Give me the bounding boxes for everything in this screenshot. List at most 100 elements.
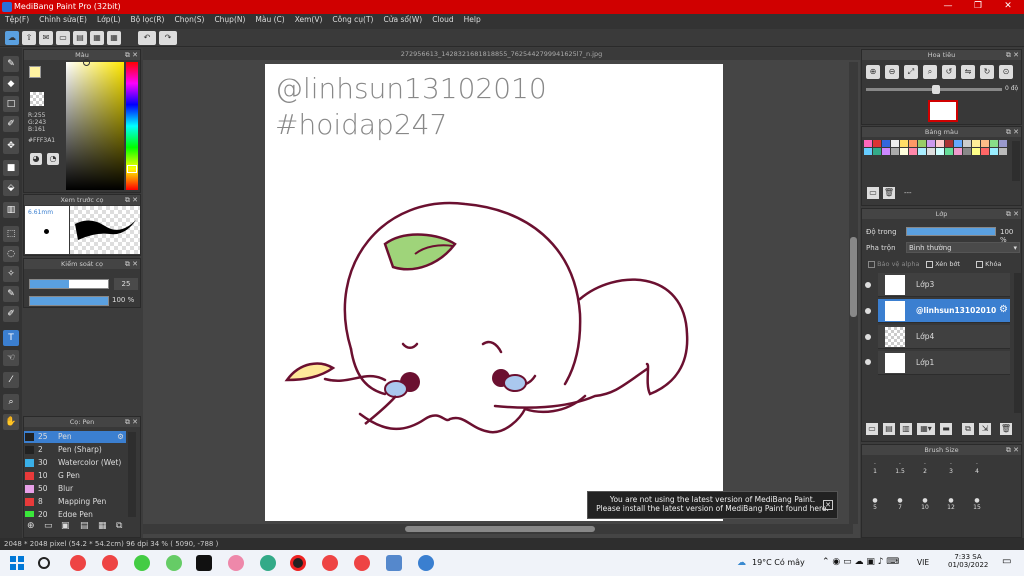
palette-swatch[interactable]	[909, 140, 917, 147]
palette-swatch[interactable]	[909, 148, 917, 155]
palette-swatch[interactable]	[945, 140, 953, 147]
clock[interactable]: 7:33 SA 01/03/2022	[948, 553, 988, 569]
palette-swatch[interactable]	[963, 140, 971, 147]
menu-file[interactable]: Tệp(F)	[0, 14, 34, 24]
minimize-button[interactable]: —	[938, 1, 958, 13]
folder-icon[interactable]: ▬	[940, 423, 952, 435]
brush-size-option[interactable]: ● 12	[944, 497, 958, 511]
chrome-icon[interactable]	[134, 555, 150, 571]
brush-size-option[interactable]: ● 7	[893, 497, 907, 511]
menu-color[interactable]: Màu (C)	[250, 14, 289, 24]
vertical-scrollbar-thumb[interactable]	[850, 237, 857, 317]
chrome-icon[interactable]	[102, 555, 118, 571]
panel-close-icon[interactable]: ⧉ ✕	[1006, 209, 1019, 219]
color-picker-cursor[interactable]	[83, 59, 90, 66]
palette-swatch[interactable]	[936, 148, 944, 155]
new-layer-icon[interactable]: ▭	[866, 423, 878, 435]
hand-tool-icon[interactable]: ✋	[3, 414, 19, 430]
brush-item[interactable]: 10 G Pen	[24, 470, 126, 482]
zoom-tool-icon[interactable]: ⌕	[3, 394, 19, 410]
menu-help[interactable]: Help	[459, 14, 486, 24]
rotation-slider-thumb[interactable]	[932, 85, 940, 94]
panel-close-icon[interactable]: ⧉ ✕	[125, 417, 138, 427]
notification-close-icon[interactable]: ✕	[823, 500, 833, 510]
tray-icons[interactable]: ⌃ ◉ ▭ ☁ ▣ ♪ ⌨	[822, 557, 899, 567]
palette-swatches[interactable]	[864, 140, 1014, 170]
capcut-icon[interactable]	[196, 555, 212, 571]
horizontal-scrollbar-thumb[interactable]	[405, 526, 595, 532]
vertical-scrollbar[interactable]	[849, 62, 858, 524]
comment-icon[interactable]: ✉	[39, 31, 53, 45]
menu-cloud[interactable]: Cloud	[427, 14, 458, 24]
protect-alpha-checkbox[interactable]	[868, 260, 875, 268]
palette-swatch[interactable]	[981, 140, 989, 147]
palette-scrollbar[interactable]	[1012, 141, 1020, 181]
close-button[interactable]: ✕	[998, 1, 1018, 13]
panel-close-icon[interactable]: ⧉ ✕	[125, 195, 138, 205]
layer-visibility-icon[interactable]	[865, 282, 871, 288]
rotate-left-icon[interactable]: ↺	[942, 65, 956, 79]
windows-start-icon[interactable]	[10, 556, 24, 570]
brush-size-option[interactable]: · 1	[868, 461, 882, 475]
panel-close-icon[interactable]: ⧉ ✕	[125, 50, 138, 60]
brush-size-slider[interactable]	[29, 279, 109, 289]
layer-row[interactable]: Lớp4	[878, 325, 1010, 349]
layer-visibility-icon[interactable]	[865, 334, 871, 340]
app-icon[interactable]	[260, 555, 276, 571]
brush-size-option[interactable]: ● 5	[868, 497, 882, 511]
layer-settings-icon[interactable]: ⚙	[999, 304, 1008, 315]
new-brush-icon[interactable]: ▭	[44, 521, 53, 531]
select-eraser-icon[interactable]: ✐	[3, 306, 19, 322]
palette-swatch[interactable]	[882, 140, 890, 147]
layer-row[interactable]: Lớp3	[878, 273, 1010, 297]
brush-size-option[interactable]: ● 15	[970, 497, 984, 511]
delete-layer-icon[interactable]: 🗑	[1000, 423, 1012, 435]
brush-item[interactable]: 25 Pen ⚙	[24, 431, 126, 443]
document-icon[interactable]: ▦	[90, 31, 104, 45]
camera-icon[interactable]	[386, 555, 402, 571]
redo-icon[interactable]: ↷	[159, 31, 177, 45]
rotation-slider[interactable]	[866, 85, 1002, 94]
palette-swatch[interactable]	[999, 148, 1007, 155]
text-tool-icon[interactable]: T	[3, 330, 19, 346]
panel-close-icon[interactable]: ⧉ ✕	[1006, 127, 1019, 137]
blend-mode-select[interactable]: Bình thường ▾	[906, 242, 1020, 253]
delete-color-icon[interactable]: 🗑	[883, 187, 895, 199]
upload-icon[interactable]: ⇧	[22, 31, 36, 45]
eraser-tool-icon[interactable]: ◆	[3, 76, 19, 92]
hue-slider[interactable]	[126, 62, 138, 190]
brush-size-option[interactable]: · 4	[970, 461, 984, 475]
eyedropper-tool-icon[interactable]: ⁄	[3, 372, 19, 388]
chrome-icon[interactable]	[354, 555, 370, 571]
brush-item[interactable]: 20 Edge Pen	[24, 509, 126, 517]
app-icon[interactable]	[228, 555, 244, 571]
rectangle-tool-icon[interactable]: □	[3, 96, 19, 112]
add-layer-menu-icon[interactable]: ▦▾	[917, 423, 935, 435]
fit-window-icon[interactable]: ⤢	[904, 65, 918, 79]
undo-icon[interactable]: ↶	[138, 31, 156, 45]
panel-close-icon[interactable]: ⧉ ✕	[1006, 445, 1019, 455]
document-tab[interactable]: 272956613_1428321681818855_7625442799941…	[143, 48, 860, 60]
magic-wand-icon[interactable]: ✧	[3, 266, 19, 282]
brush-menu-icon[interactable]: ▣	[61, 521, 70, 531]
brush-item[interactable]: 50 Blur	[24, 483, 126, 495]
palette-swatch[interactable]	[972, 140, 980, 147]
record-icon[interactable]	[290, 555, 306, 571]
menu-window[interactable]: Cửa sổ(W)	[378, 14, 427, 24]
brush-duplicate-icon[interactable]: ⧉	[116, 521, 122, 531]
chrome-icon[interactable]	[322, 555, 338, 571]
brush-item[interactable]: 2 Pen (Sharp)	[24, 444, 126, 456]
palette-swatch[interactable]	[927, 140, 935, 147]
palette-swatch[interactable]	[873, 148, 881, 155]
operation-tool-icon[interactable]: ☜	[3, 350, 19, 366]
weather-text[interactable]: 19°C Có mây	[752, 558, 805, 567]
select-pen-icon[interactable]: ✎	[3, 286, 19, 302]
layer-row[interactable]: Lớp1	[878, 351, 1010, 375]
palette-swatch[interactable]	[873, 140, 881, 147]
menu-edit[interactable]: Chỉnh sửa(E)	[34, 14, 92, 24]
brush-copy-icon[interactable]: ▤	[80, 521, 89, 531]
new-halftone-layer-icon[interactable]: ▤	[883, 423, 895, 435]
fill-rect-tool-icon[interactable]: ■	[3, 160, 19, 176]
menu-layer[interactable]: Lớp(L)	[92, 14, 126, 24]
brush-item[interactable]: 8 Mapping Pen	[24, 496, 126, 508]
